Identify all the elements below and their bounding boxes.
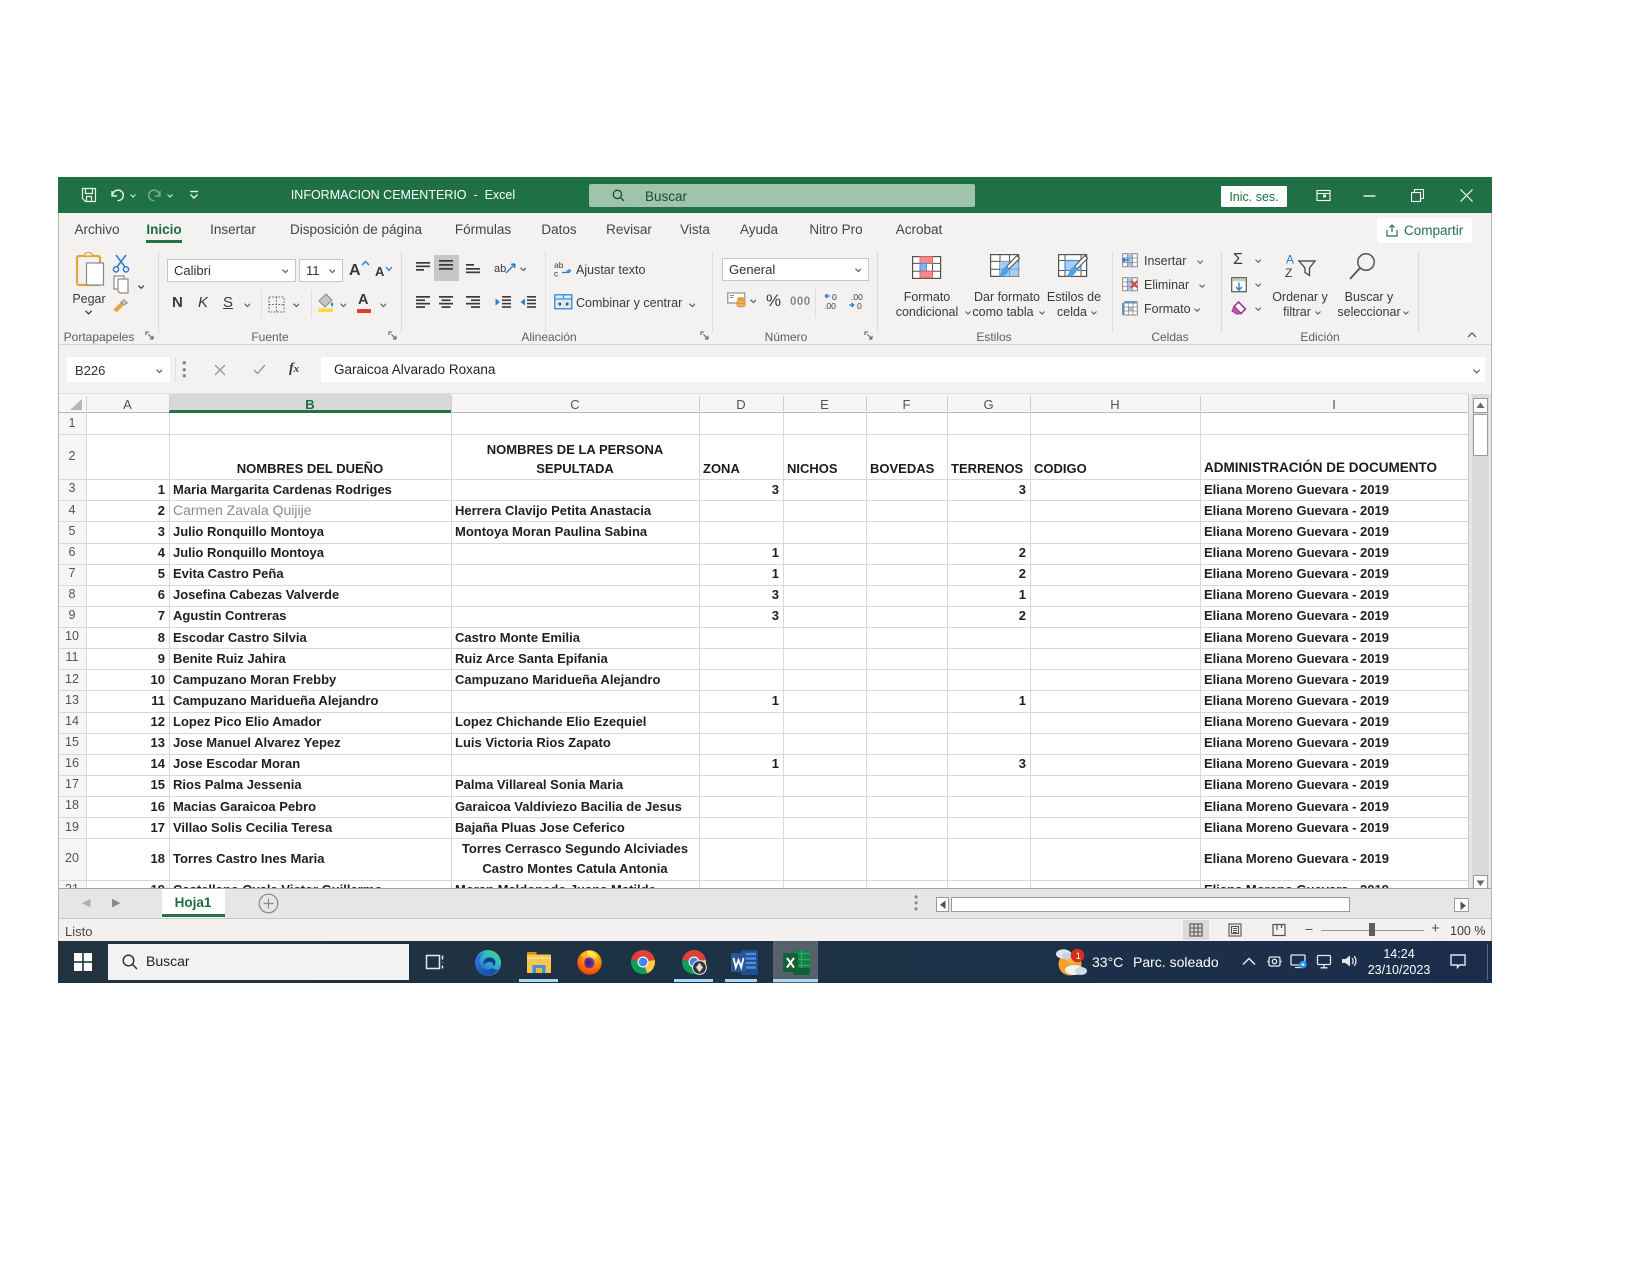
svg-text:A: A bbox=[1286, 253, 1294, 267]
svg-text:Z: Z bbox=[1285, 266, 1292, 280]
svg-text:ab: ab bbox=[494, 263, 506, 275]
svg-text:1: 1 bbox=[1076, 951, 1081, 962]
